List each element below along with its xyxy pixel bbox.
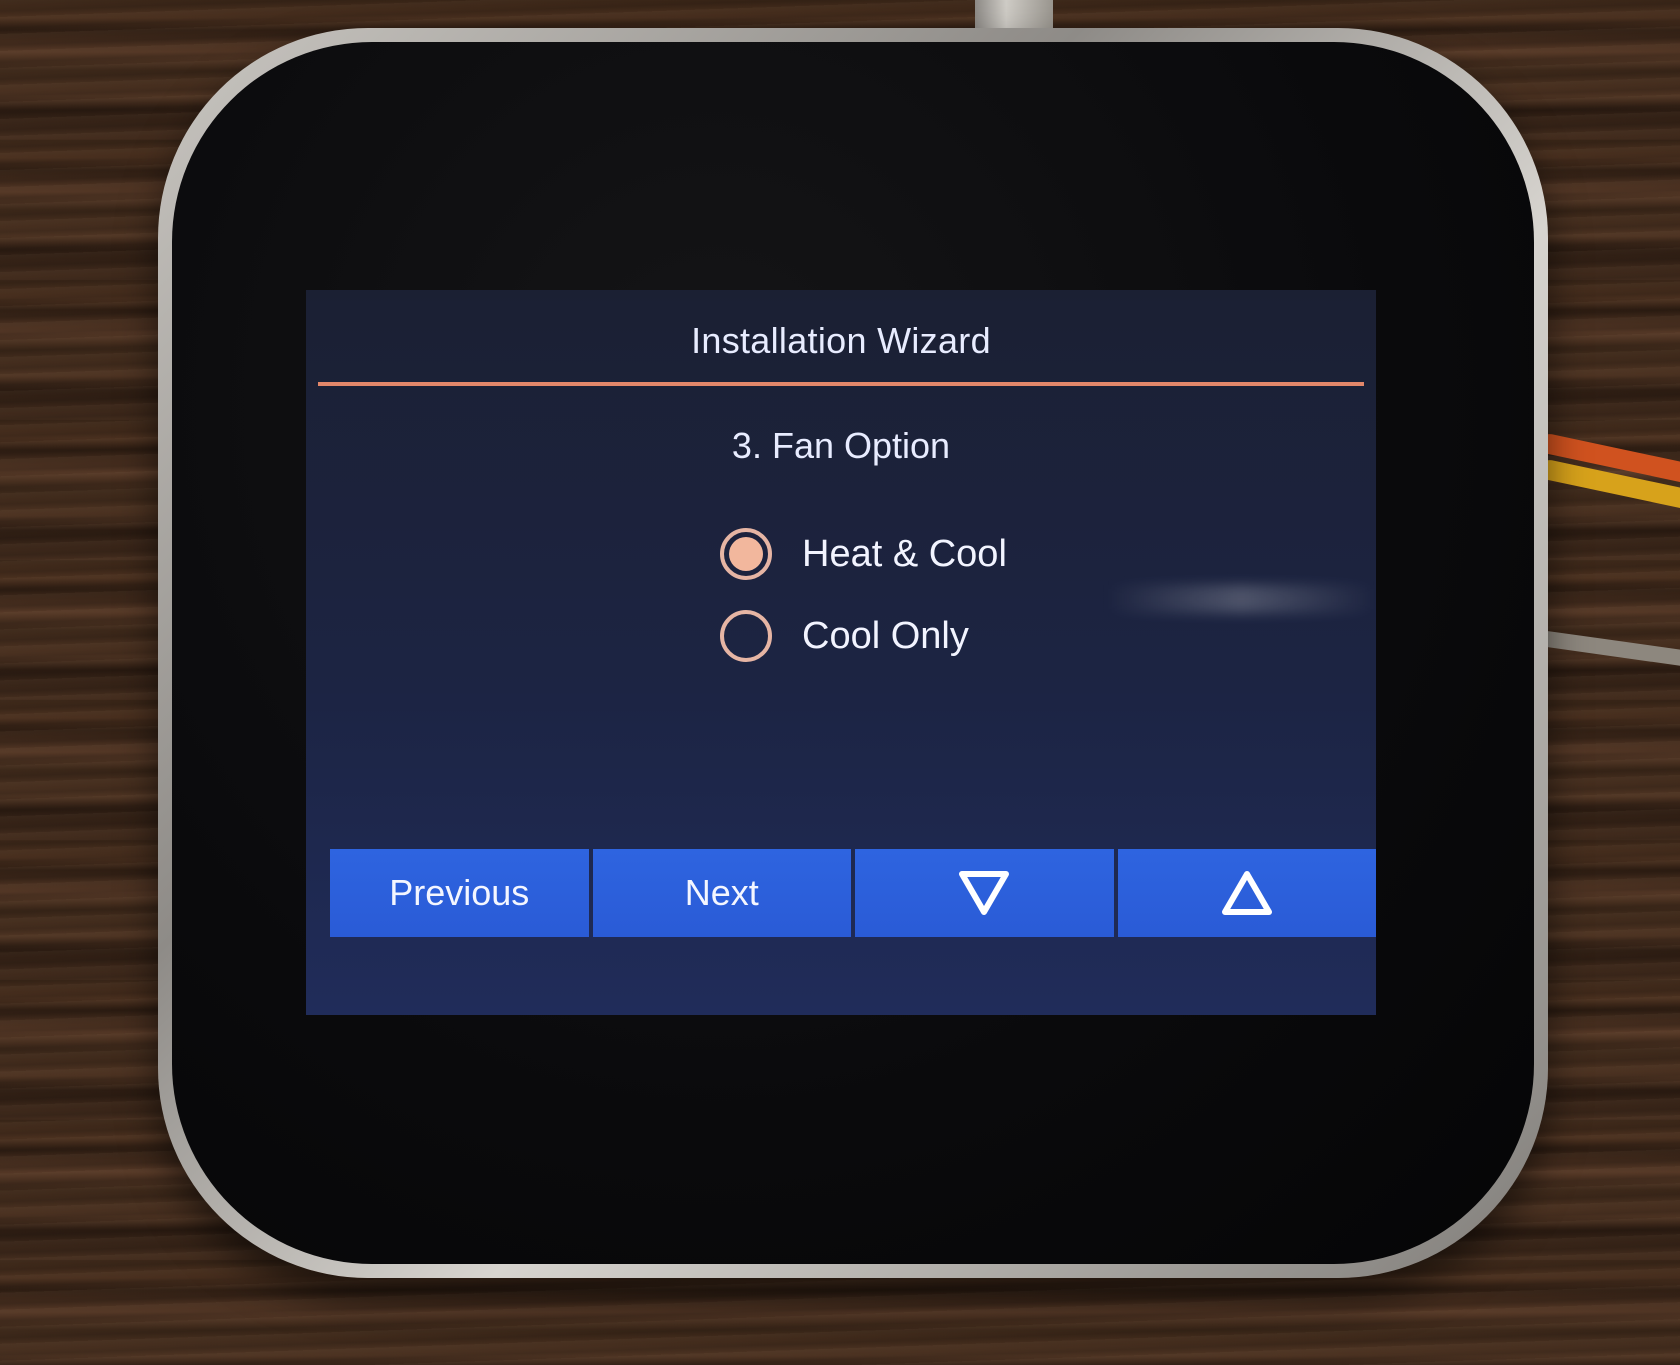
triangle-up-icon	[1221, 871, 1272, 915]
fan-option-heat-cool[interactable]: Heat & Cool	[720, 516, 1007, 592]
option-label-cool-only: Cool Only	[802, 614, 969, 657]
fan-option-list: Heat & Cool Cool Only	[720, 516, 1007, 680]
option-label-heat-cool: Heat & Cool	[802, 532, 1007, 575]
fan-option-cool-only[interactable]: Cool Only	[720, 598, 1007, 674]
wizard-nav-bar: Previous Next	[330, 849, 1376, 937]
radio-button-selected[interactable]	[720, 528, 772, 580]
radio-button-unselected[interactable]	[720, 610, 772, 662]
scroll-down-button[interactable]	[855, 849, 1114, 937]
grey-wire	[1538, 630, 1680, 673]
scroll-up-button[interactable]	[1117, 849, 1376, 937]
next-button[interactable]: Next	[592, 849, 851, 937]
wizard-title: Installation Wizard	[691, 320, 991, 361]
previous-button[interactable]: Previous	[330, 849, 589, 937]
step-title: 3. Fan Option	[731, 425, 951, 466]
thermostat-screen: Installation Wizard 3. Fan Option Heat &…	[306, 290, 1376, 1015]
screen-glare	[1106, 585, 1376, 613]
radio-selected-dot	[729, 537, 763, 571]
triangle-down-icon	[959, 871, 1010, 915]
title-divider	[318, 382, 1364, 386]
